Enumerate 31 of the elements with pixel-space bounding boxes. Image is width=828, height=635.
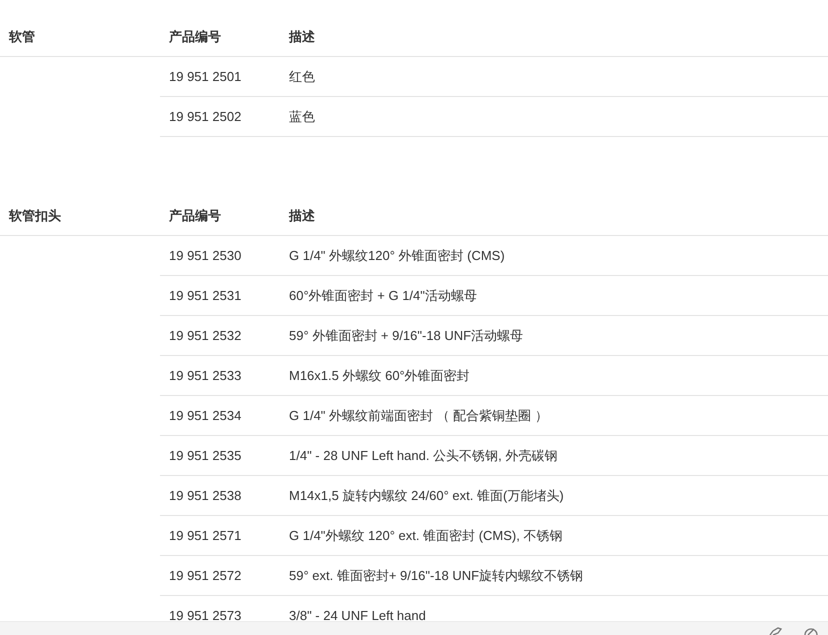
table-cell: 蓝色 — [289, 108, 315, 124]
table-cell: 19 951 2532 — [169, 328, 242, 343]
column-header: 产品编号 — [169, 28, 221, 44]
table-cell: 19 951 2502 — [169, 109, 242, 124]
table-cell: 19 951 2534 — [169, 408, 242, 423]
table-cell: 19 951 2535 — [169, 448, 242, 463]
table-cell: 19 951 2573 — [169, 608, 242, 623]
pen-icon[interactable] — [768, 627, 782, 635]
table-cell: M16x1.5 外螺纹 60°外锥面密封 — [289, 368, 470, 382]
column-header: 描述 — [289, 208, 315, 222]
table-cell: 19 951 2501 — [169, 69, 242, 84]
table-cell: 59° ext. 锥面密封+ 9/16"-18 UNF旋转内螺纹不锈钢 — [289, 568, 584, 582]
section-title: 软管 — [9, 28, 35, 44]
table-cell: 19 951 2533 — [169, 368, 242, 383]
table-cell: G 1/4"外螺纹 120° ext. 锥面密封 (CMS), 不锈钢 — [289, 528, 562, 542]
column-header: 描述 — [289, 28, 315, 44]
section-title: 软管扣头 — [9, 208, 61, 222]
table-cell: 19 951 2572 — [169, 568, 242, 583]
table-cell: 60°外锥面密封 + G 1/4"活动螺母 — [289, 288, 477, 302]
table-cell: 红色 — [289, 68, 315, 84]
table-cell: 19 951 2538 — [169, 488, 242, 503]
table-cell: 59° 外锥面密封 + 9/16"-18 UNF活动螺母 — [289, 328, 524, 342]
table-cell: 1/4" - 28 UNF Left hand. 公头不锈钢, 外壳碳钢 — [289, 448, 558, 462]
table-cell: 19 951 2531 — [169, 288, 242, 303]
table-cell: 3/8" - 24 UNF Left hand — [289, 608, 426, 623]
table-cell: G 1/4" 外螺纹前端面密封 （ 配合紫铜垫圈 ） — [289, 408, 548, 422]
table-cell: 19 951 2530 — [169, 248, 242, 263]
table-cell: G 1/4" 外螺纹120° 外锥面密封 (CMS) — [289, 248, 505, 262]
table-cell: M14x1,5 旋转内螺纹 24/60° ext. 锥面(万能堵头) — [289, 488, 564, 502]
column-header: 产品编号 — [169, 208, 221, 222]
table-cell: 19 951 2571 — [169, 528, 242, 543]
